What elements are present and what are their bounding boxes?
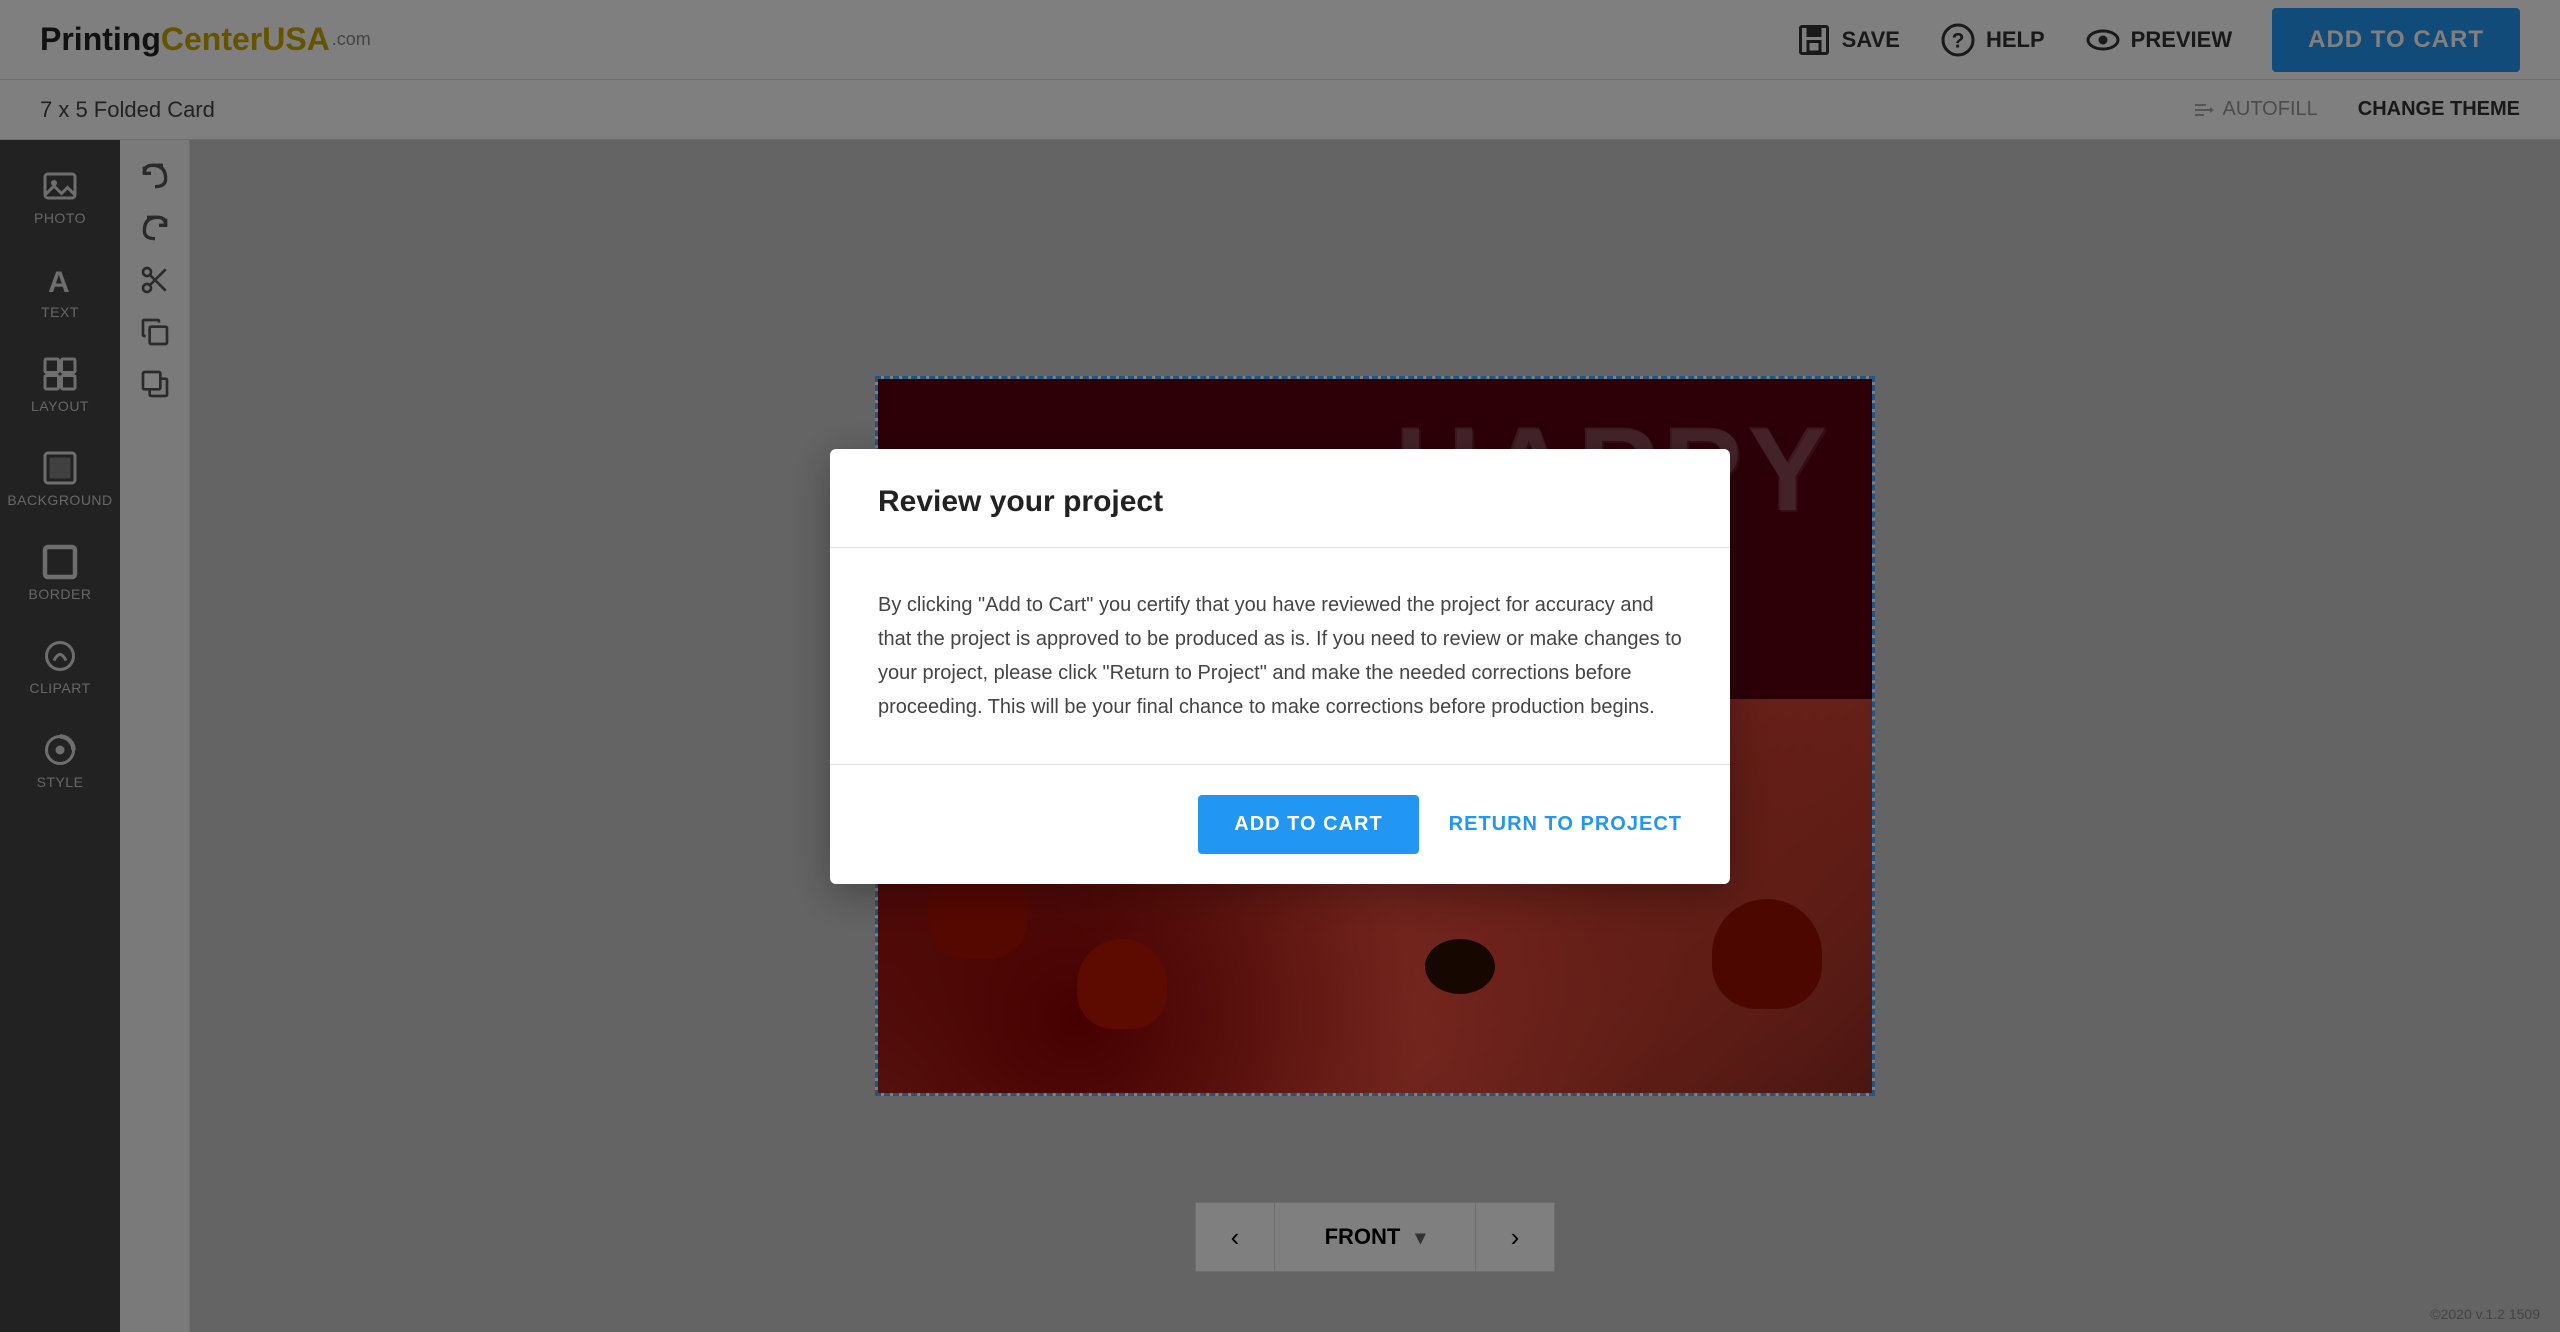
modal-add-to-cart-button[interactable]: ADD TO CART bbox=[1198, 795, 1418, 854]
review-modal: Review your project By clicking "Add to … bbox=[830, 449, 1730, 884]
modal-header: Review your project bbox=[830, 449, 1730, 548]
modal-overlay: Review your project By clicking "Add to … bbox=[0, 0, 2560, 1332]
modal-footer: ADD TO CART RETURN TO PROJECT bbox=[830, 765, 1730, 884]
modal-body: By clicking "Add to Cart" you certify th… bbox=[830, 548, 1730, 765]
modal-title: Review your project bbox=[878, 485, 1682, 519]
modal-body-text: By clicking "Add to Cart" you certify th… bbox=[878, 588, 1682, 724]
modal-return-to-project-button[interactable]: RETURN TO PROJECT bbox=[1449, 813, 1682, 836]
